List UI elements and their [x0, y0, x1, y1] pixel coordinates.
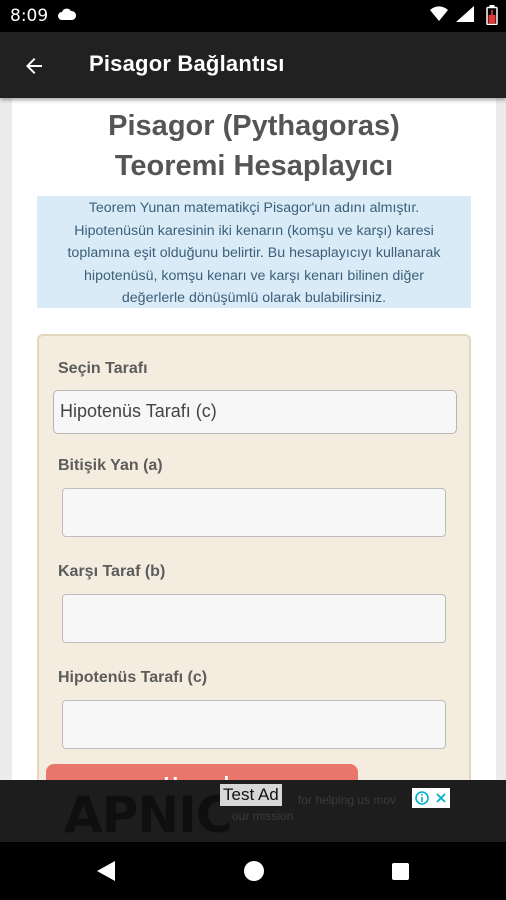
info-line: Teorem Yunan matematikçi Pisagor'un adın… — [88, 200, 420, 216]
ad-text-line: our mission — [232, 809, 294, 823]
system-nav-bar — [0, 842, 506, 900]
ad-logo: APNIC — [64, 786, 232, 842]
back-button[interactable] — [16, 48, 52, 84]
ad-choices-icon — [415, 791, 429, 805]
nav-recents-icon[interactable] — [392, 863, 409, 880]
hypotenuse-side-input[interactable] — [62, 700, 446, 749]
signal-icon — [456, 6, 474, 22]
info-line: değerlerle dönüşümlü olarak bulabilirsin… — [121, 290, 387, 306]
form-panel: Seçin Tarafı Hipotenüs Tarafı (c) Bitişi… — [37, 334, 471, 780]
page-title-line2: Teoremi Hesaplayıcı — [114, 150, 394, 182]
page-title-line1: Pisagor (Pythagoras) — [108, 110, 400, 142]
info-line: Hipotenüsün karesinin iki kenarın (komşu… — [74, 222, 434, 239]
arrow-left-icon — [26, 58, 42, 74]
calculate-button[interactable]: Hesapla — [46, 764, 358, 780]
status-time: 8:09 — [10, 6, 49, 26]
adjacent-side-input[interactable] — [62, 488, 446, 537]
close-icon[interactable] — [435, 792, 447, 804]
ad-choices-button[interactable] — [412, 788, 450, 808]
content-area[interactable]: Pisagor (Pythagoras) Teoremi Hesaplayıcı… — [0, 98, 506, 780]
opposite-side-label: Karşı Taraf (b) — [58, 563, 166, 580]
status-bar: 8:09 — [0, 0, 506, 32]
wifi-icon — [430, 6, 448, 22]
info-line: toplamına eşit olduğunu belirtir. Bu hes… — [67, 245, 441, 261]
nav-back-icon[interactable] — [95, 860, 117, 882]
ad-label: Test Ad — [220, 784, 282, 806]
adjacent-side-label: Bitişik Yan (a) — [58, 457, 163, 474]
cloud-icon — [58, 8, 76, 20]
info-line: hipotenüsü, komşu kenarı ve karşı kenarı… — [84, 267, 424, 284]
page-title: Pisagor (Pythagoras) Teoremi Hesaplayıcı — [12, 106, 496, 186]
select-side-label: Seçin Tarafı — [58, 360, 148, 377]
app-bar: Pisagor Bağlantısı — [0, 32, 506, 98]
battery-icon — [486, 5, 498, 25]
ad-banner[interactable]: APNIC for helping us mov our mission Tes… — [0, 780, 506, 842]
hypotenuse-side-label: Hipotenüs Tarafı (c) — [58, 669, 208, 686]
nav-home-icon[interactable] — [244, 861, 264, 881]
info-box: Teorem Yunan matematikçi Pisagor'un adın… — [37, 196, 471, 308]
side-select[interactable]: Hipotenüs Tarafı (c) — [53, 390, 457, 434]
opposite-side-input[interactable] — [62, 594, 446, 643]
calculator-card: Pisagor (Pythagoras) Teoremi Hesaplayıcı… — [12, 98, 496, 780]
app-title: Pisagor Bağlantısı — [89, 51, 285, 76]
